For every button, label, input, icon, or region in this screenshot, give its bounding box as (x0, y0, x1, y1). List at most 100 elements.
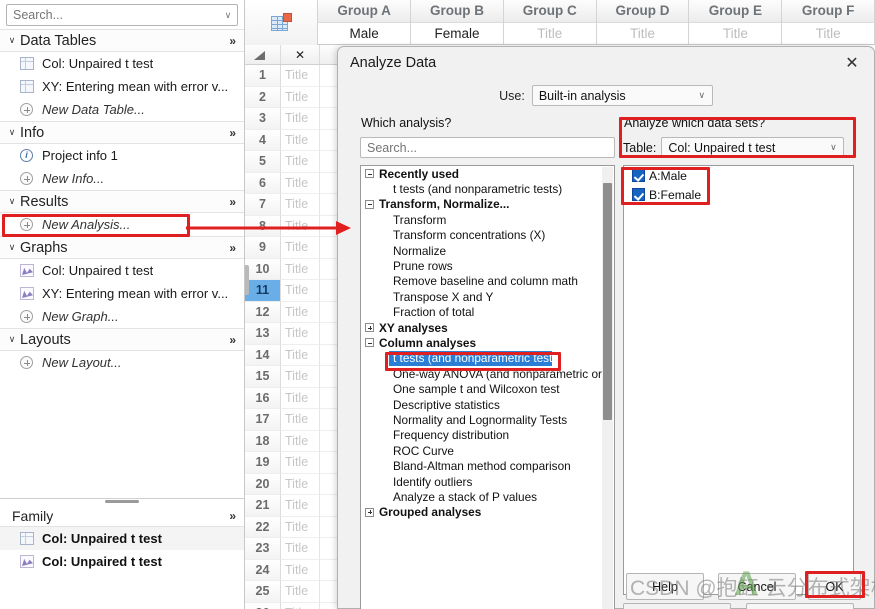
expander-minus-icon[interactable] (365, 338, 374, 348)
select-all-corner[interactable] (245, 45, 281, 64)
tree-item-fraction-of-total[interactable]: Fraction of total (361, 305, 602, 320)
sidebar-item-new-analysis[interactable]: New Analysis... (0, 213, 244, 236)
sheet-vertical-scrollbar[interactable] (245, 265, 249, 295)
checkbox-checked-icon[interactable] (632, 169, 645, 182)
expander-minus-icon[interactable] (365, 169, 374, 179)
row-title-cell[interactable]: Title (281, 323, 320, 345)
tree-item-roc-curve[interactable]: ROC Curve (361, 443, 602, 458)
tree-item-identify-outliers[interactable]: Identify outliers (361, 474, 602, 489)
row-title-cell[interactable]: Title (281, 430, 320, 452)
splitter-grip-icon[interactable] (105, 500, 139, 503)
analysis-search-box[interactable] (360, 137, 615, 158)
section-more-icon[interactable]: » (229, 126, 244, 140)
navigator-search-input[interactable] (7, 8, 219, 22)
family-item-graph[interactable]: Col: Unpaired t test (0, 550, 244, 573)
dataset-checkbox-list[interactable]: A:Male B:Female (623, 165, 854, 595)
row-title-cell[interactable]: Title (281, 129, 320, 151)
row-title-cell[interactable]: Title (281, 581, 320, 603)
use-dropdown[interactable]: Built-in analysis ∨ (531, 85, 713, 106)
column-header-group-f[interactable]: Group F Title (782, 0, 875, 44)
sidebar-section-info[interactable]: ∨ Info » (0, 121, 244, 144)
table-dropdown[interactable]: Col: Unpaired t test ∨ (661, 137, 845, 158)
chevron-down-icon[interactable]: ∨ (4, 35, 20, 46)
family-item-table[interactable]: Col: Unpaired t test (0, 527, 244, 550)
tree-item-transform-concentrations[interactable]: Transform concentrations (X) (361, 228, 602, 243)
row-title-cell[interactable]: Title (281, 151, 320, 173)
row-title-cell[interactable]: Title (281, 495, 320, 517)
row-title-cell[interactable]: Title (281, 387, 320, 409)
row-title-cell[interactable]: Title (281, 86, 320, 108)
ok-button[interactable]: OK (808, 573, 861, 600)
sheet-corner-cell[interactable] (245, 0, 319, 45)
row-title-cell[interactable]: Title (281, 172, 320, 194)
row-title-cell[interactable]: Title (281, 194, 320, 216)
cancel-button[interactable]: Cancel (718, 573, 796, 600)
tree-group-grouped-analyses[interactable]: Grouped analyses (361, 505, 602, 520)
chevron-down-icon[interactable]: ∨ (4, 242, 20, 253)
column-title-cell[interactable]: Title (503, 22, 596, 44)
sidebar-item-col-unpaired-t-test-graph[interactable]: Col: Unpaired t test (0, 259, 244, 282)
deselect-all-button[interactable]: Deselect All (746, 603, 854, 609)
sidebar-item-new-info[interactable]: New Info... (0, 167, 244, 190)
tree-item-transform[interactable]: Transform (361, 212, 602, 227)
column-title-cell[interactable]: Title (782, 22, 875, 44)
expander-plus-icon[interactable] (365, 323, 374, 333)
tree-group-xy-analyses[interactable]: XY analyses (361, 320, 602, 335)
tree-item-bland-altman[interactable]: Bland-Altman method comparison (361, 458, 602, 473)
tree-item-frequency-distribution[interactable]: Frequency distribution (361, 428, 602, 443)
tree-item-one-way-anova[interactable]: One-way ANOVA (and nonparametric or r (361, 366, 602, 381)
sidebar-item-project-info-1[interactable]: i Project info 1 (0, 144, 244, 167)
navigator-splitter[interactable] (0, 498, 244, 505)
row-title-cell[interactable]: Title (281, 344, 320, 366)
sidebar-section-results[interactable]: ∨ Results » (0, 190, 244, 213)
sidebar-item-new-data-table[interactable]: New Data Table... (0, 98, 244, 121)
navigator-search-box[interactable]: ∨ (6, 4, 238, 26)
tree-item-remove-baseline[interactable]: Remove baseline and column math (361, 274, 602, 289)
chevron-down-icon[interactable]: ∨ (4, 196, 20, 207)
column-title-cell[interactable]: Title (689, 22, 782, 44)
tree-item-normalize[interactable]: Normalize (361, 243, 602, 258)
tree-item-t-tests-selected[interactable]: t tests (and nonparametric tests) (389, 350, 562, 367)
analysis-search-input[interactable] (361, 140, 614, 155)
row-title-cell[interactable]: Title (281, 108, 320, 130)
tree-group-recently-used[interactable]: Recently used (361, 166, 602, 181)
scrollbar-thumb[interactable] (603, 183, 612, 420)
column-header-group-c[interactable]: Group C Title (503, 0, 597, 44)
chevron-down-icon[interactable]: ∨ (4, 334, 20, 345)
section-more-icon[interactable]: » (229, 241, 244, 255)
row-title-cell[interactable]: Title (281, 280, 320, 302)
sidebar-section-graphs[interactable]: ∨ Graphs » (0, 236, 244, 259)
section-more-icon[interactable]: » (229, 333, 244, 347)
tree-item-analyze-stack-p-values[interactable]: Analyze a stack of P values (361, 489, 602, 504)
tree-item-one-sample-t-wilcoxon[interactable]: One sample t and Wilcoxon test (361, 381, 602, 396)
column-header-group-a[interactable]: Group A Male (318, 0, 412, 44)
tree-item-prune-rows[interactable]: Prune rows (361, 258, 602, 273)
expander-plus-icon[interactable] (365, 507, 374, 517)
family-more-icon[interactable]: » (229, 509, 244, 523)
expander-minus-icon[interactable] (365, 199, 374, 209)
row-title-cell[interactable]: Title (281, 473, 320, 495)
analysis-tree-vertical-scrollbar[interactable] (602, 167, 613, 609)
sidebar-section-data-tables[interactable]: ∨ Data Tables » (0, 29, 244, 52)
sidebar-item-new-graph[interactable]: New Graph... (0, 305, 244, 328)
select-all-button[interactable]: Select All (623, 603, 731, 609)
column-header-group-e[interactable]: Group E Title (689, 0, 783, 44)
row-title-cell[interactable]: Title (281, 258, 320, 280)
analysis-tree[interactable]: Recently used t tests (and nonparametric… (360, 165, 615, 609)
row-title-cell[interactable]: Title (281, 602, 320, 609)
tree-item-t-tests-recent[interactable]: t tests (and nonparametric tests) (361, 181, 602, 196)
help-button[interactable]: Help (626, 573, 704, 600)
row-title-cell[interactable]: Title (281, 215, 320, 237)
row-title-cell[interactable]: Title (281, 237, 320, 259)
section-more-icon[interactable]: » (229, 34, 244, 48)
row-title-cell[interactable]: Title (281, 516, 320, 538)
dataset-item-a-male[interactable]: A:Male (624, 166, 853, 185)
sidebar-item-xy-entering-mean-table[interactable]: XY: Entering mean with error v... (0, 75, 244, 98)
row-title-cell[interactable]: Title (281, 538, 320, 560)
row-title-cell[interactable]: Title (281, 301, 320, 323)
tree-group-transform-normalize[interactable]: Transform, Normalize... (361, 197, 602, 212)
dataset-item-b-female[interactable]: B:Female (624, 185, 853, 204)
column-header-group-b[interactable]: Group B Female (411, 0, 504, 44)
close-icon[interactable]: ✕ (830, 48, 874, 79)
sidebar-section-layouts[interactable]: ∨ Layouts » (0, 328, 244, 351)
